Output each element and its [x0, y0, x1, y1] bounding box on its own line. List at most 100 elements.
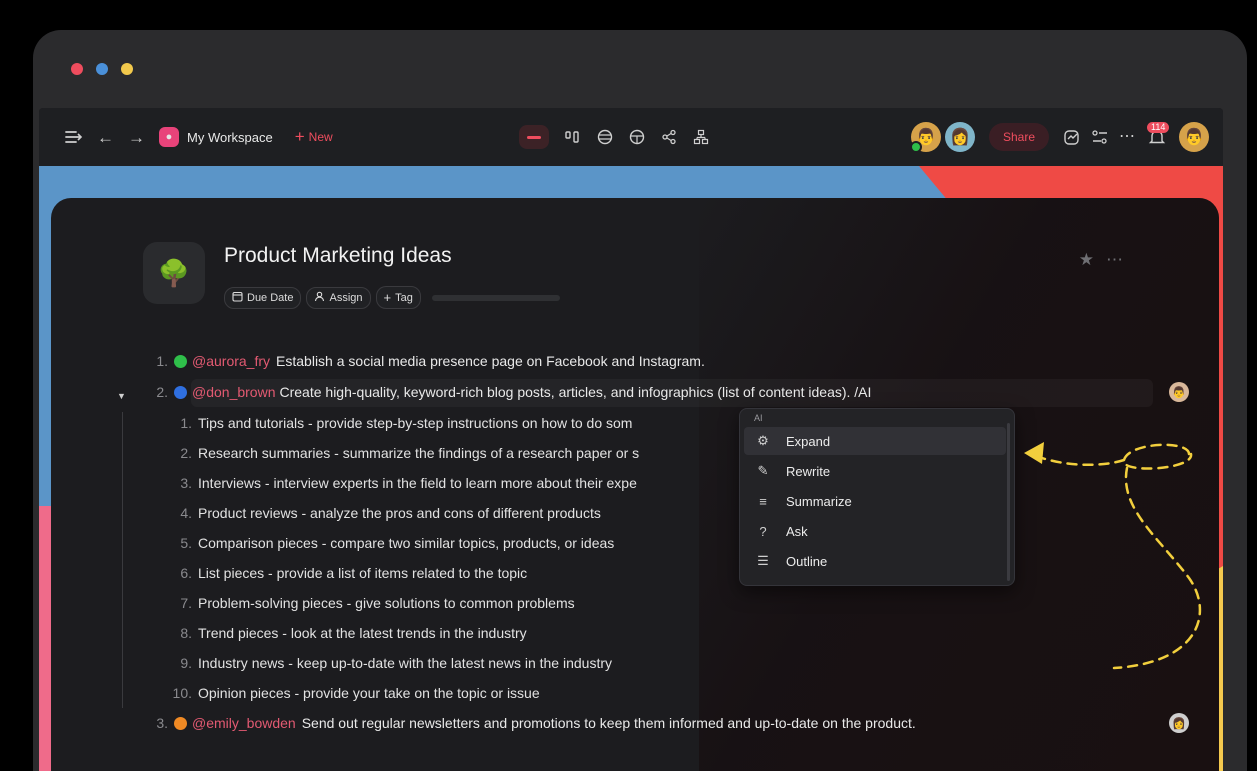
maximize-window-dot[interactable]: [121, 63, 133, 75]
new-button-label: New: [308, 130, 333, 144]
minimize-window-dot[interactable]: [96, 63, 108, 75]
item-text: Interviews - interview experts in the fi…: [198, 475, 637, 491]
user-mention[interactable]: @don_brown: [192, 384, 276, 400]
outline-icon: ☰: [757, 553, 769, 568]
list-item[interactable]: 1. Tips and tutorials - provide step-by-s…: [168, 415, 632, 431]
share-graph-icon[interactable]: [661, 129, 677, 145]
menu-item-label: Ask: [786, 523, 808, 539]
item-text: Establish a social media presence page o…: [276, 353, 705, 369]
calendar-icon: [232, 291, 243, 305]
document-card: 🌳 Product Marketing Ideas Due Date Assig…: [51, 198, 1219, 771]
star-icon[interactable]: ★: [1079, 250, 1094, 270]
item-text: Tips and tutorials - provide step-by-ste…: [198, 415, 633, 431]
collaborator-avatar[interactable]: 👨: [909, 122, 941, 153]
assign-chip[interactable]: Assign: [306, 286, 371, 309]
menu-scrollbar[interactable]: [1007, 423, 1010, 581]
table-view-icon[interactable]: [597, 129, 613, 145]
item-text: Research summaries - summarize the findi…: [198, 445, 640, 461]
list-item[interactable]: 1. @aurora_fry Establish a social media …: [146, 353, 705, 369]
workspace-name[interactable]: My Workspace: [187, 130, 273, 145]
mindmap-view-icon[interactable]: [693, 129, 709, 145]
item-text: Send out regular newsletters and promoti…: [301, 715, 916, 731]
more-options-icon[interactable]: ⋯: [1106, 250, 1123, 270]
close-window-dot[interactable]: [71, 63, 83, 75]
rewrite-icon: ✎: [757, 463, 769, 478]
list-item[interactable]: 5. Comparison pieces - compare two simila…: [168, 535, 614, 551]
item-text: Problem-solving pieces - give solutions …: [198, 595, 575, 611]
list-item[interactable]: 8. Trend pieces - look at the latest tren…: [168, 625, 527, 641]
share-button[interactable]: Share: [988, 123, 1049, 151]
menu-item-outline[interactable]: ☰ Outline: [744, 547, 1006, 575]
item-text: Opinion pieces - provide your take on th…: [198, 685, 540, 701]
indent-guide: [122, 412, 123, 708]
expand-icon: ⚙: [757, 433, 769, 448]
user-mention[interactable]: @aurora_fry: [192, 353, 270, 369]
document-actions: ★ ⋯: [1079, 250, 1123, 270]
ai-command-menu: AI ⚙ Expand ✎ Rewrite ≡ Summarize ? Ask: [739, 408, 1015, 586]
list-item[interactable]: 7. Problem-solving pieces - give solution…: [168, 595, 575, 611]
settings-toggles-icon[interactable]: [1091, 129, 1109, 145]
menu-header: AI: [754, 413, 763, 423]
top-toolbar: ← → ● My Workspace + New 👨 👩 Share ⋯ 114…: [39, 108, 1223, 166]
board-view-icon[interactable]: [565, 130, 581, 144]
calendar-view-icon[interactable]: [629, 129, 645, 145]
sidebar-toggle-icon[interactable]: [65, 130, 83, 144]
new-button[interactable]: + New: [295, 127, 333, 147]
due-date-label: Due Date: [247, 291, 294, 304]
list-item[interactable]: 2. Research summaries - summarize the fin…: [168, 445, 639, 461]
list-item[interactable]: 3. @emily_bowden Send out regular newsle…: [146, 715, 916, 731]
user-avatar[interactable]: 👨: [1179, 122, 1209, 152]
assignee-avatar[interactable]: 👨: [1169, 382, 1189, 402]
list-item[interactable]: 3. Interviews - interview experts in the …: [168, 475, 637, 491]
page-title[interactable]: Product Marketing Ideas: [224, 244, 452, 268]
item-number: 10.: [172, 685, 192, 701]
app-content: ← → ● My Workspace + New 👨 👩 Share ⋯ 114…: [39, 108, 1223, 771]
document-tree-icon[interactable]: 🌳: [143, 242, 205, 304]
tag-chip[interactable]: + Tag: [375, 286, 421, 309]
item-number: 9.: [180, 655, 192, 671]
tag-label: Tag: [395, 291, 413, 304]
list-item[interactable]: 10. Opinion pieces - provide your take on…: [168, 685, 540, 701]
more-options-icon[interactable]: ⋯: [1119, 129, 1135, 145]
item-number: 1.: [156, 353, 168, 369]
item-number: 8.: [180, 625, 192, 641]
item-number: 3.: [156, 715, 168, 731]
due-date-chip[interactable]: Due Date: [224, 286, 302, 309]
toolbar-right: 👨 👩 Share ⋯ 114 👨: [909, 108, 1209, 166]
item-number: 5.: [180, 535, 192, 551]
assignee-avatar[interactable]: 👩: [1169, 713, 1189, 733]
menu-item-label: Expand: [786, 433, 831, 449]
menu-item-expand[interactable]: ⚙ Expand: [744, 427, 1006, 455]
document-progress-bar: [431, 294, 560, 301]
ask-icon: ?: [759, 523, 767, 539]
plus-icon: +: [294, 127, 305, 146]
item-text: Trend pieces - look at the latest trends…: [198, 625, 527, 641]
workspace-logo-icon[interactable]: ●: [159, 127, 179, 147]
notification-badge: 114: [1147, 122, 1170, 133]
list-view-icon[interactable]: [519, 125, 549, 149]
menu-item-rewrite[interactable]: ✎ Rewrite: [744, 457, 1006, 485]
status-dot: [174, 385, 187, 399]
item-text: Product reviews - analyze the pros and c…: [198, 505, 601, 521]
item-text[interactable]: Create high-quality, keyword-rich blog p…: [280, 384, 872, 400]
item-text: List pieces - provide a list of items re…: [198, 565, 528, 581]
list-item[interactable]: 9. Industry news - keep up-to-date with t…: [168, 655, 612, 671]
activity-icon[interactable]: [1063, 128, 1081, 146]
menu-item-summarize[interactable]: ≡ Summarize: [744, 487, 1006, 515]
list-item[interactable]: 4. Product reviews - analyze the pros and…: [168, 505, 601, 521]
notifications-icon[interactable]: 114: [1145, 122, 1170, 146]
status-dot: [174, 354, 187, 368]
menu-item-label: Outline: [786, 553, 828, 569]
item-number: 4.: [180, 505, 192, 521]
list-item[interactable]: 6. List pieces - provide a list of items …: [168, 565, 527, 581]
user-mention[interactable]: @emily_bowden: [192, 715, 296, 731]
menu-item-label: Rewrite: [786, 463, 831, 479]
menu-item-label: Summarize: [786, 493, 852, 509]
menu-item-ask[interactable]: ? Ask: [744, 517, 1006, 545]
back-arrow-icon[interactable]: ←: [97, 129, 114, 146]
collaborator-avatar[interactable]: 👩: [944, 122, 975, 152]
forward-arrow-icon[interactable]: →: [128, 129, 145, 146]
list-item[interactable]: 2. @don_brown Create high-quality, keywo…: [146, 384, 871, 400]
window-controls: [71, 63, 133, 75]
collapse-caret-icon[interactable]: ▼: [117, 391, 126, 401]
